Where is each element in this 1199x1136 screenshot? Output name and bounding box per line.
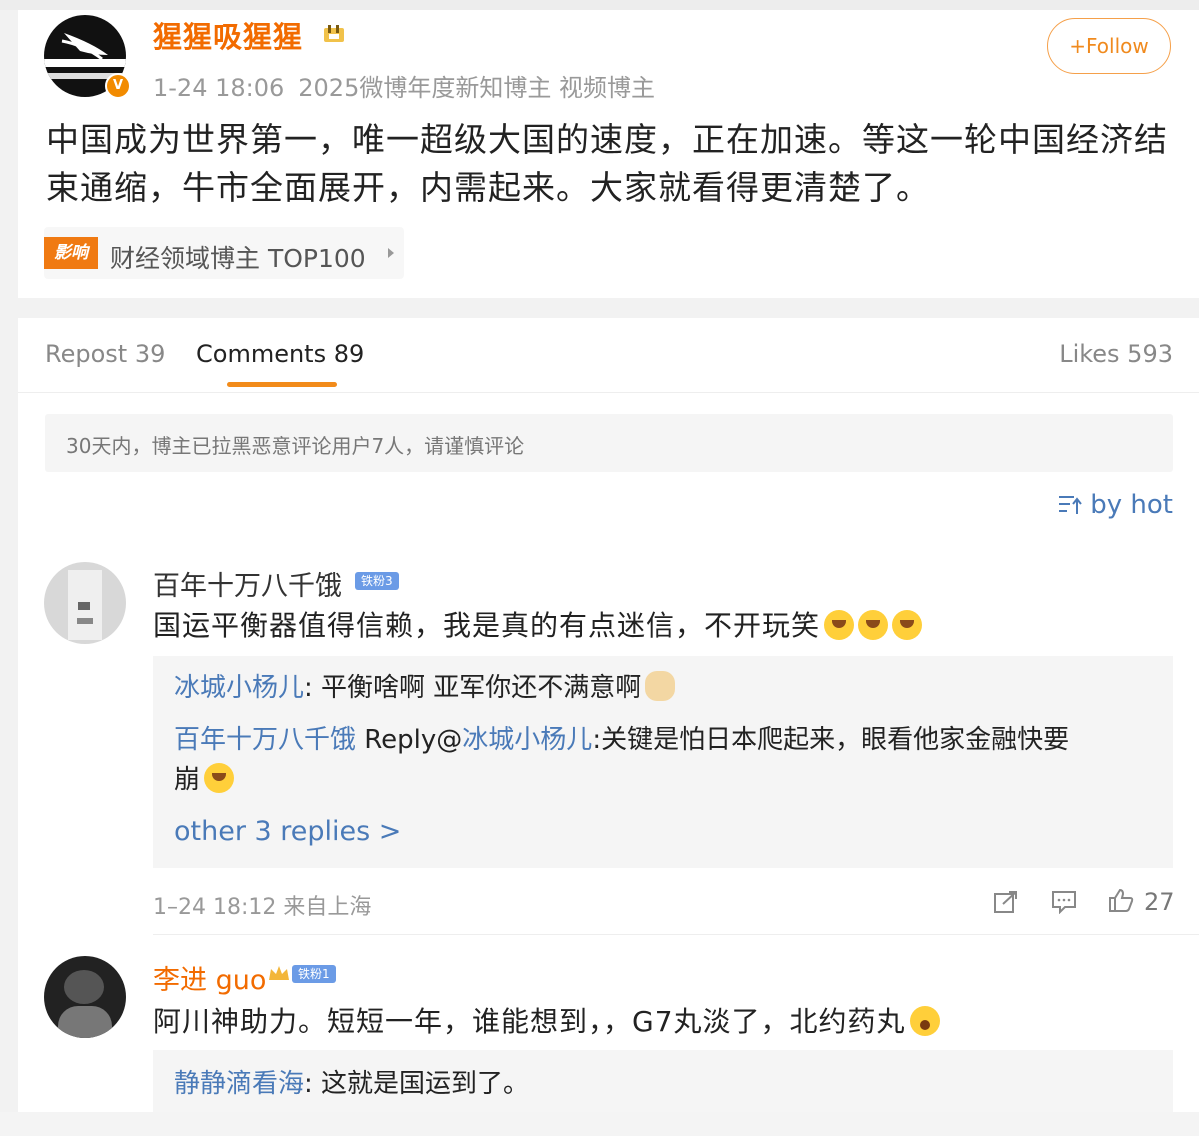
reply-box: 静静滴看海: 这就是国运到了。 [153,1050,1173,1112]
laugh-cry-emoji-icon [858,610,889,640]
influence-label: 财经领域博主 TOP100 [110,244,366,273]
sort-icon [1059,496,1083,514]
reply-item: 百年十万八千饿 Reply@冰城小杨儿:关键是怕日本爬起来，眼看他家金融快要崩 [174,720,1164,800]
scared-emoji-icon [909,1006,940,1036]
reply-text: 这就是国运到了。 [321,1069,530,1099]
post-text: 中国成为世界第一，唯一超级大国的速度，正在加速。等这一轮中国经济结束通缩，牛市全… [46,120,1168,207]
comment-text: 国运平衡器值得信赖，我是真的有点迷信，不开玩笑 [153,604,923,644]
comment-icon[interactable] [1051,890,1077,914]
influence-tag[interactable]: 影响 财经领域博主 TOP100 [44,227,404,279]
like-count: 27 [1144,888,1175,916]
reply-item: 冰城小杨儿: 平衡啥啊 亚军你还不满意啊 [174,668,676,708]
tab-divider [18,392,1199,393]
influence-logo: 影响 [44,237,98,269]
comment-text: 阿川神助力。短短一年，谁能想到，，G7丸淡了，北约药丸 [153,1000,940,1040]
chevron-right-icon [388,248,394,258]
post-meta: 1-24 18:06 2025微博年度新知博主 视频博主 [153,68,669,103]
commenter-name[interactable]: 百年十万八千饿 [153,564,342,603]
reply-user[interactable]: 百年十万八千饿 [174,725,356,755]
post-time: 1-24 18:06 [153,74,285,102]
comment-avatar[interactable] [44,956,126,1038]
reply-text-cont: 崩 [174,765,201,795]
reply-label: Reply@ [356,725,463,755]
comment-avatar[interactable] [44,562,126,644]
reply-sep: : [304,673,322,703]
active-tab-indicator [227,382,337,387]
post-card: V 猩猩吸猩猩 1-24 18:06 2025微博年度新知博主 视频博主 +Fol… [18,10,1199,298]
sort-button[interactable]: by hot [1058,490,1173,520]
tab-comments[interactable]: Comments 89 [196,340,364,368]
reply-target[interactable]: 冰城小杨儿 [462,725,592,755]
tab-repost[interactable]: Repost 39 [45,340,165,368]
top-strip [0,0,1199,10]
doge-emoji-icon [645,671,676,701]
sort-label: by hot [1090,490,1173,520]
comments-card: Repost 39 Comments 89 Likes 593 30天内，博主已… [18,318,1199,1112]
laugh-cry-emoji-icon [824,610,855,640]
tab-likes[interactable]: Likes 593 [1059,340,1173,368]
reply-sep: : [304,1069,322,1099]
verified-badge: V [105,73,131,99]
comment-body: 国运平衡器值得信赖，我是真的有点迷信，不开玩笑 [153,609,821,642]
crown-icon [269,966,289,980]
comment-body: 阿川神助力。短短一年，谁能想到，，G7丸淡了，北约药丸 [153,1005,906,1038]
bottom-strip [0,1112,1199,1136]
like-icon[interactable] [1108,888,1134,912]
fan-badge: 铁粉1 [292,965,336,983]
author-tags: 2025微博年度新知博主 视频博主 [298,74,655,102]
notice-text: 30天内，博主已拉黑恶意评论用户7人，请谨慎评论 [66,434,525,458]
commenter-name[interactable]: 李进 guo [153,958,266,997]
reply-text: 关键是怕日本爬起来，眼看他家金融快要 [601,725,1070,755]
share-icon[interactable] [993,890,1019,914]
member-level-icon [324,25,344,42]
reply-user[interactable]: 静静滴看海 [174,1069,304,1099]
reply-box: 冰城小杨儿: 平衡啥啊 亚军你还不满意啊 百年十万八千饿 Reply@冰城小杨儿… [153,656,1173,868]
comment-notice: 30天内，博主已拉黑恶意评论用户7人，请谨慎评论 [45,414,1173,472]
author-name[interactable]: 猩猩吸猩猩 [153,14,303,56]
reply-item: 静静滴看海: 这就是国运到了。 [174,1064,529,1104]
laugh-cry-emoji-icon [204,763,235,793]
comment-divider [153,934,1199,935]
reply-user[interactable]: 冰城小杨儿 [174,673,304,703]
comment-time: 1–24 18:12 来自上海 [153,895,372,920]
follow-button[interactable]: +Follow [1047,18,1171,74]
reply-text: 平衡啥啊 亚军你还不满意啊 [321,673,642,703]
more-replies-link[interactable]: other 3 replies > [174,812,401,852]
fan-badge: 铁粉3 [355,572,399,590]
laugh-cry-emoji-icon [892,610,923,640]
reply-sep: : [592,725,602,755]
